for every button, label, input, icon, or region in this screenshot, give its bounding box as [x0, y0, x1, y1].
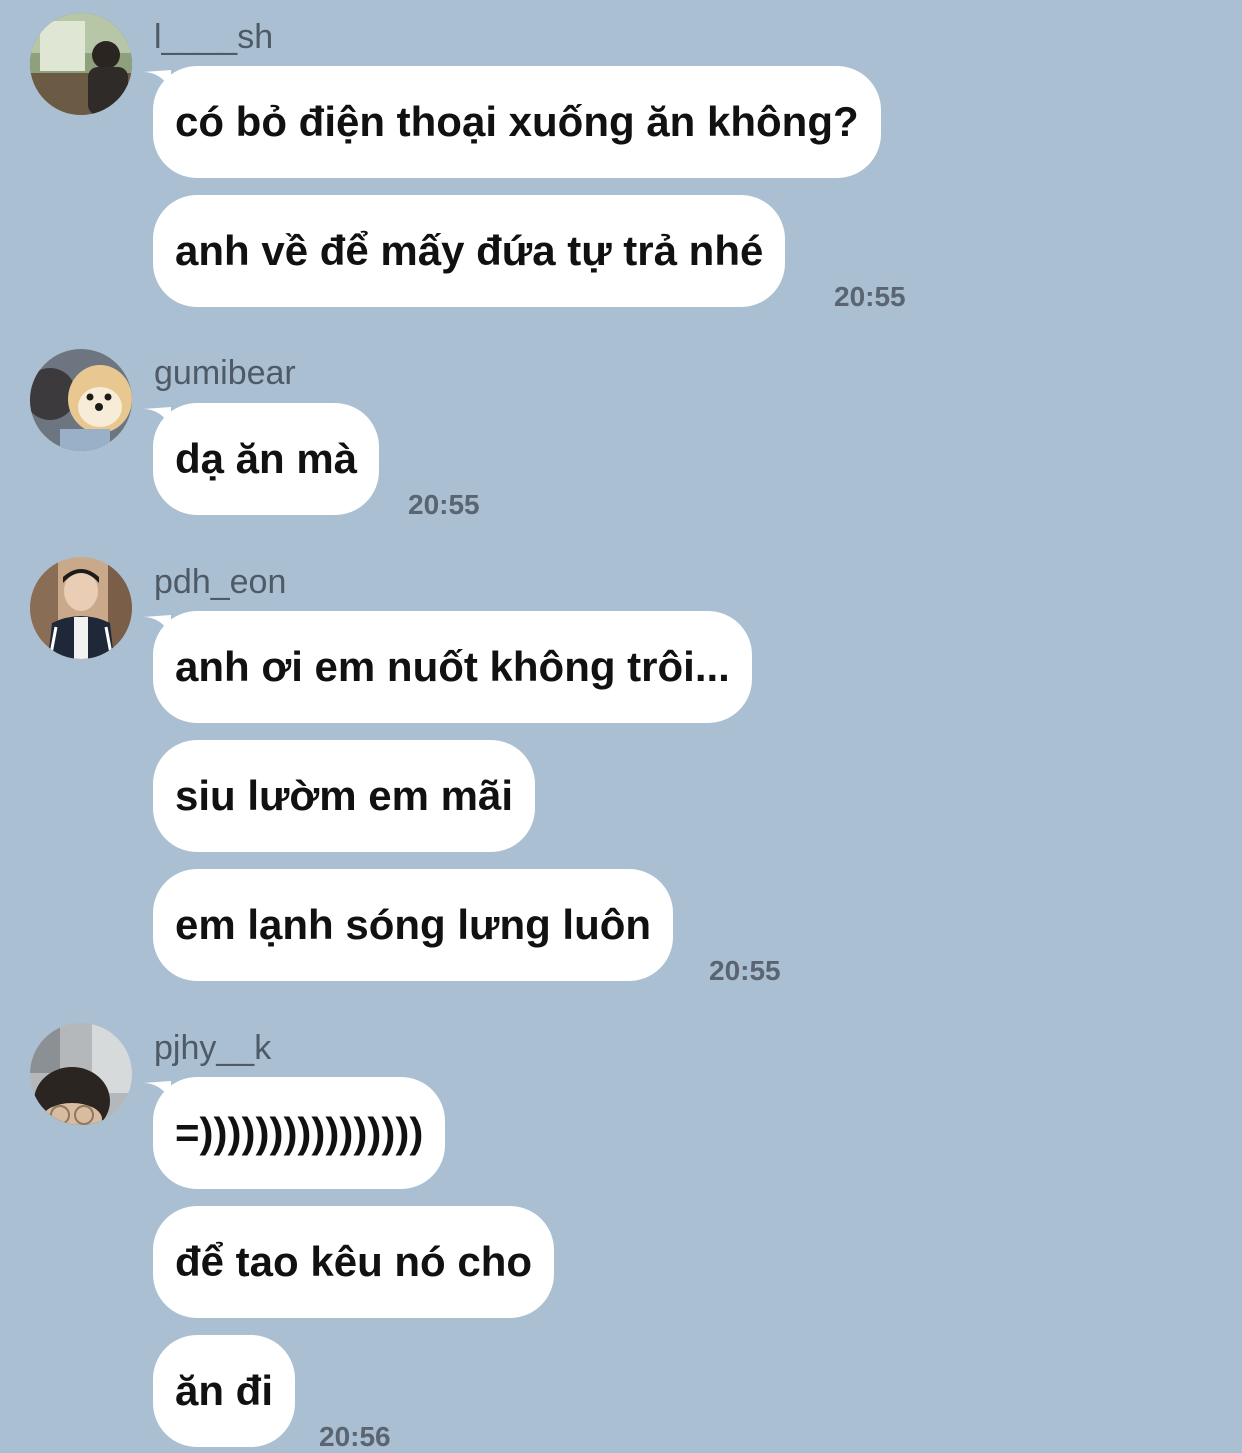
bubble-tail: [143, 407, 171, 427]
message-text: em lạnh sóng lưng luôn: [175, 901, 652, 948]
message-bubble[interactable]: có bỏ điện thoại xuống ăn không?: [143, 66, 881, 178]
message-text: dạ ăn mà: [175, 435, 358, 482]
message-bubble[interactable]: siu lườm em mãi: [153, 740, 536, 852]
username: gumibear: [154, 354, 296, 392]
message-bubble[interactable]: =)))))))))))))))): [143, 1077, 446, 1189]
user-avatar[interactable]: [30, 1023, 132, 1125]
message-text: =)))))))))))))))): [175, 1109, 424, 1156]
message-timestamp: 20:56: [319, 1421, 391, 1452]
message-bubble[interactable]: dạ ăn mà: [143, 403, 380, 515]
message-text: siu lườm em mãi: [175, 772, 514, 819]
message-text: anh về để mấy đứa tự trả nhé: [175, 227, 764, 274]
message-bubble[interactable]: anh ơi em nuốt không trôi...: [143, 611, 752, 723]
message-bubble[interactable]: ăn đi: [153, 1335, 296, 1447]
message-timestamp: 20:55: [834, 281, 906, 312]
message-text: có bỏ điện thoại xuống ăn không?: [175, 98, 859, 145]
bubble-tail: [143, 70, 171, 90]
user-avatar[interactable]: [30, 349, 132, 451]
message-text: để tao kêu nó cho: [175, 1238, 533, 1285]
message-timestamp: 20:55: [408, 489, 480, 520]
username: pjhy__k: [154, 1029, 272, 1067]
username: l____sh: [154, 18, 274, 56]
message-timestamp: 20:55: [709, 955, 781, 986]
username: pdh_eon: [154, 563, 287, 601]
bubble-tail: [143, 615, 171, 635]
message-text: ăn đi: [175, 1367, 274, 1414]
user-avatar[interactable]: [30, 557, 132, 659]
message-text: anh ơi em nuốt không trôi...: [175, 643, 730, 690]
message-bubble[interactable]: anh về để mấy đứa tự trả nhé: [153, 195, 786, 307]
message-bubble[interactable]: để tao kêu nó cho: [153, 1206, 555, 1318]
message-bubble[interactable]: em lạnh sóng lưng luôn: [153, 869, 674, 981]
bubble-tail: [143, 1081, 171, 1101]
user-avatar[interactable]: [30, 13, 132, 115]
